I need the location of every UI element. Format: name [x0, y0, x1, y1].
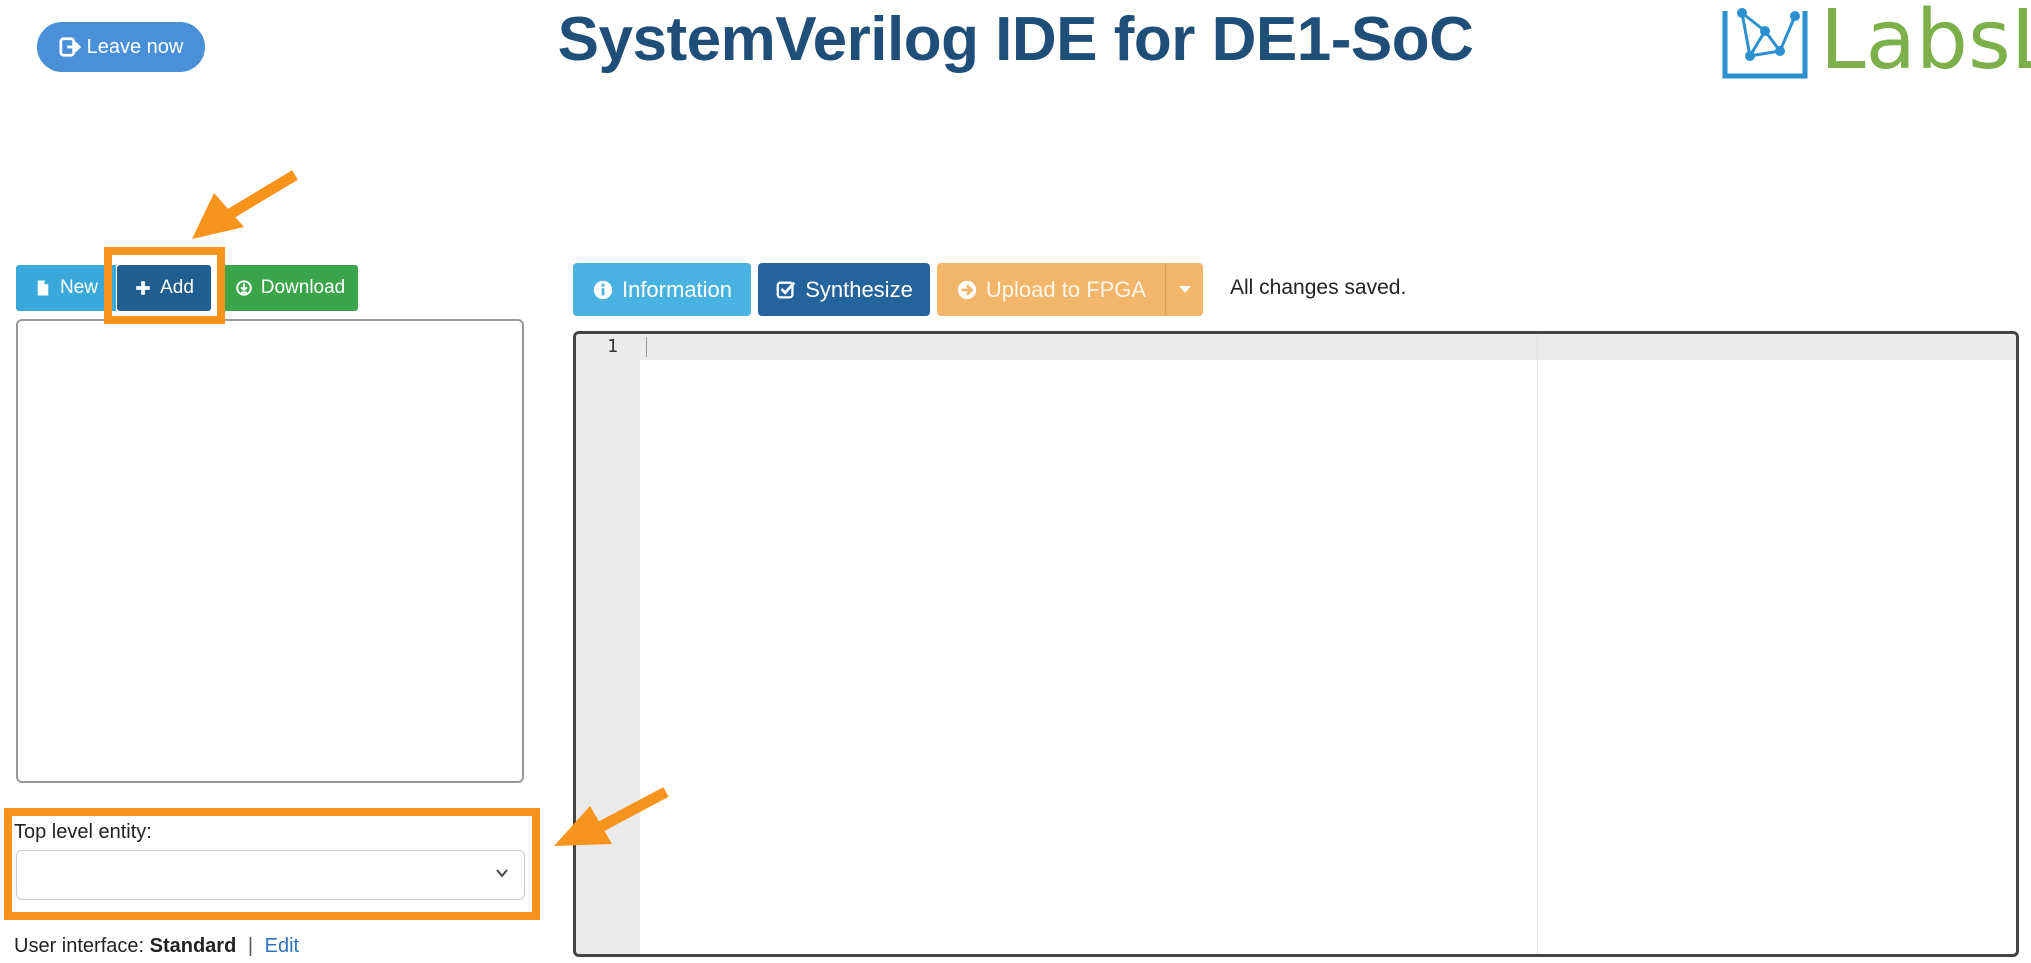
code-editor[interactable]: 1 — [573, 331, 2019, 957]
labsland-logo: LabsL — [1720, 0, 2031, 82]
network-logo-icon — [1722, 8, 1808, 79]
add-button-highlight — [104, 247, 225, 324]
line-number-gutter — [576, 334, 640, 954]
info-circle-icon — [593, 280, 613, 299]
text-cursor — [646, 337, 647, 357]
edit-interface-link[interactable]: Edit — [265, 935, 299, 957]
upload-options-dropdown[interactable] — [1165, 263, 1203, 316]
line-number: 1 — [607, 336, 618, 357]
file-list[interactable] — [16, 319, 524, 783]
synthesize-button[interactable]: Synthesize — [758, 263, 930, 316]
download-label: Download — [260, 277, 346, 298]
new-file-label: New — [59, 277, 98, 298]
synthesize-label: Synthesize — [805, 276, 913, 302]
user-interface-info: User interface: Standard | Edit — [14, 935, 299, 958]
upload-to-fpga-button[interactable]: Upload to FPGA — [937, 263, 1165, 316]
active-line-highlight — [640, 334, 2016, 360]
top-level-entity-highlight — [4, 808, 540, 920]
user-interface-mode: Standard — [149, 935, 237, 957]
file-icon — [37, 280, 49, 296]
arrow-circle-right-icon — [957, 280, 977, 299]
arrow-annotation-icon — [554, 787, 669, 846]
check-square-icon — [776, 281, 796, 298]
save-status: All changes saved. — [1230, 276, 1407, 299]
logo-text: LabsL — [1820, 0, 2031, 88]
upload-to-fpga-label: Upload to FPGA — [985, 276, 1147, 302]
print-margin — [1537, 334, 1538, 954]
arrow-annotation-icon — [192, 170, 298, 239]
download-circle-icon — [236, 280, 252, 296]
separator: | — [247, 935, 254, 957]
information-button[interactable]: Information — [573, 263, 751, 316]
user-interface-prefix: User interface: — [14, 935, 145, 957]
caret-down-icon — [1178, 286, 1191, 293]
information-label: Information — [621, 276, 733, 302]
new-file-button[interactable]: New — [16, 265, 116, 311]
download-button[interactable]: Download — [222, 265, 358, 311]
